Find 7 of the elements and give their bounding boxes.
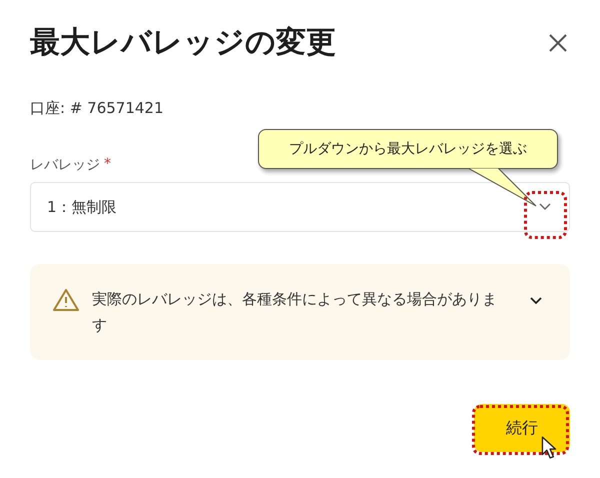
continue-button[interactable]: 続行 [474, 404, 570, 452]
warning-text: 実際のレバレッジは、各種条件によって異なる場合があります [92, 289, 498, 336]
leverage-dropdown[interactable]: 1：無制限 [30, 182, 570, 232]
field-label: レバレッジ [30, 156, 100, 174]
dialog-title: 最大レバレッジの変更 [30, 24, 336, 62]
account-number: 口座: # 76571421 [30, 99, 165, 118]
required-mark: * [104, 156, 111, 174]
